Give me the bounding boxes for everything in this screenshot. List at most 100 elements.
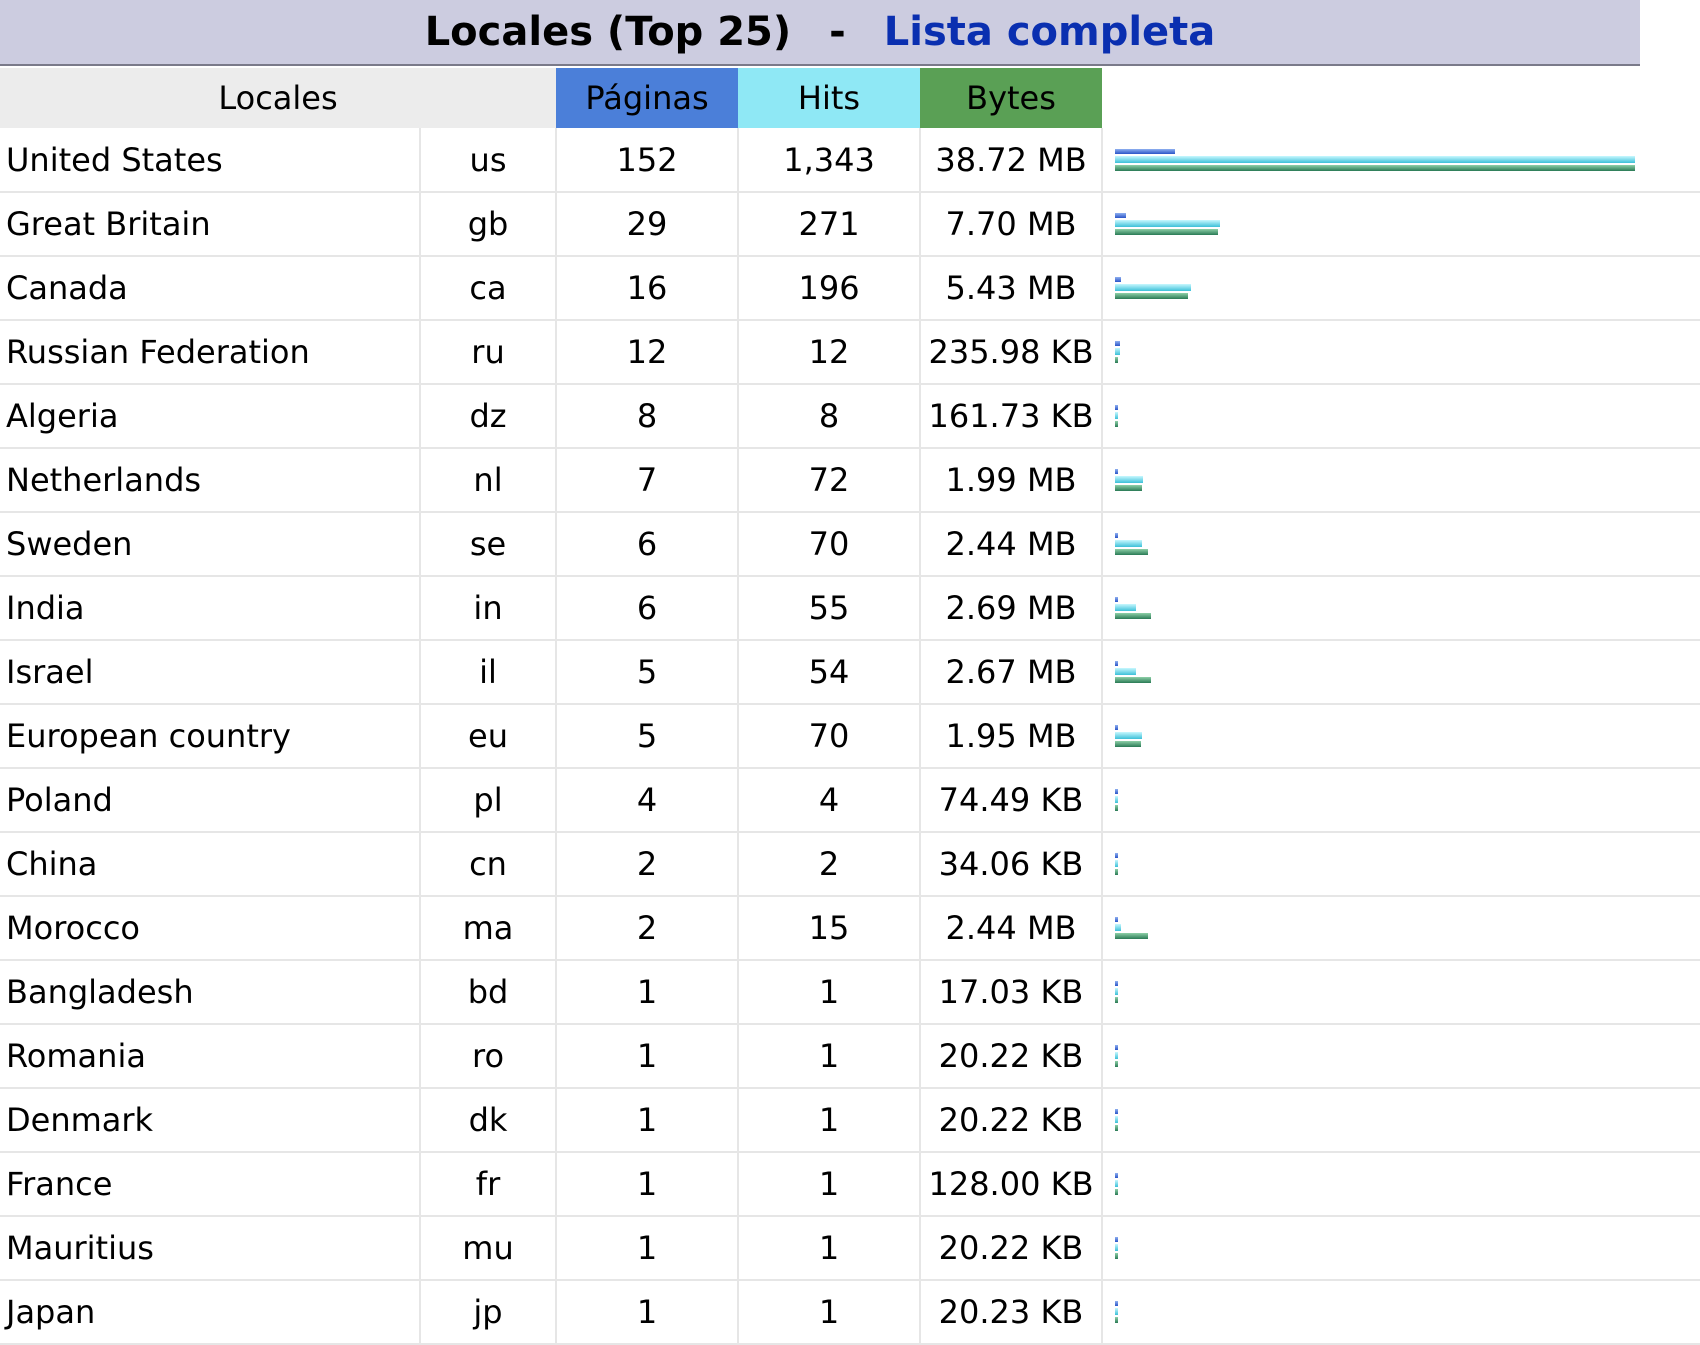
section-title-bar: Locales (Top 25) - Lista completa bbox=[0, 0, 1640, 66]
table-row: Algeria dz 8 8 161.73 KB bbox=[0, 384, 1700, 449]
hits-value: 15 bbox=[738, 896, 922, 961]
locale-code: in bbox=[420, 576, 558, 641]
bytes-value: 161.73 KB bbox=[920, 384, 1104, 449]
pages-value: 1 bbox=[556, 1024, 740, 1089]
hits-bar bbox=[1115, 1244, 1119, 1251]
usage-graph bbox=[1102, 1152, 1700, 1217]
bytes-value: 74.49 KB bbox=[920, 768, 1104, 833]
locale-name: Sweden bbox=[0, 512, 421, 577]
hits-value: 4 bbox=[738, 768, 922, 833]
pages-bar bbox=[1115, 1173, 1119, 1178]
table-row: France fr 1 1 128.00 KB bbox=[0, 1152, 1700, 1217]
locale-code: pl bbox=[420, 768, 558, 833]
hits-bar bbox=[1115, 220, 1221, 227]
bytes-bar bbox=[1115, 293, 1189, 299]
pages-value: 8 bbox=[556, 384, 740, 449]
locale-name: France bbox=[0, 1152, 421, 1217]
bytes-bar bbox=[1115, 1189, 1119, 1195]
usage-graph bbox=[1102, 704, 1700, 769]
locale-name: Mauritius bbox=[0, 1216, 421, 1281]
pages-bar bbox=[1115, 148, 1176, 154]
usage-graph bbox=[1102, 384, 1700, 449]
hits-value: 1 bbox=[738, 960, 922, 1025]
bytes-value: 128.00 KB bbox=[920, 1152, 1104, 1217]
bytes-bar bbox=[1115, 549, 1149, 555]
hits-bar bbox=[1115, 348, 1121, 355]
hits-bar bbox=[1115, 732, 1143, 739]
locale-code: ca bbox=[420, 256, 558, 321]
column-header-hits: Hits bbox=[738, 68, 921, 128]
bytes-bar bbox=[1115, 677, 1152, 683]
hits-bar bbox=[1115, 1308, 1119, 1315]
pages-bar bbox=[1115, 1237, 1119, 1242]
table-row: Great Britain gb 29 271 7.70 MB bbox=[0, 192, 1700, 257]
table-row: Russian Federation ru 12 12 235.98 KB bbox=[0, 320, 1700, 385]
hits-bar bbox=[1115, 860, 1119, 867]
table-row: Bangladesh bd 1 1 17.03 KB bbox=[0, 960, 1700, 1025]
pages-bar bbox=[1115, 597, 1119, 602]
locale-code: dz bbox=[420, 384, 558, 449]
table-row: Denmark dk 1 1 20.22 KB bbox=[0, 1088, 1700, 1153]
bytes-bar bbox=[1115, 805, 1119, 811]
bytes-value: 2.67 MB bbox=[920, 640, 1104, 705]
pages-value: 5 bbox=[556, 640, 740, 705]
pages-bar bbox=[1115, 533, 1119, 538]
locale-name: United States bbox=[0, 128, 421, 193]
pages-bar bbox=[1115, 917, 1119, 922]
usage-graph bbox=[1102, 832, 1700, 897]
hits-value: 8 bbox=[738, 384, 922, 449]
bytes-bar bbox=[1115, 357, 1119, 363]
pages-value: 16 bbox=[556, 256, 740, 321]
hits-value: 1,343 bbox=[738, 128, 922, 193]
usage-graph bbox=[1102, 256, 1700, 321]
pages-bar bbox=[1115, 341, 1121, 346]
bytes-value: 34.06 KB bbox=[920, 832, 1104, 897]
table-row: India in 6 55 2.69 MB bbox=[0, 576, 1700, 641]
usage-graph bbox=[1102, 896, 1700, 961]
pages-bar bbox=[1115, 981, 1119, 986]
hits-value: 55 bbox=[738, 576, 922, 641]
locale-name: Morocco bbox=[0, 896, 421, 961]
table-row: Mauritius mu 1 1 20.22 KB bbox=[0, 1216, 1700, 1281]
locale-name: Japan bbox=[0, 1280, 421, 1345]
column-header-bytes: Bytes bbox=[920, 68, 1103, 128]
bytes-bar bbox=[1115, 1061, 1119, 1067]
pages-bar bbox=[1115, 469, 1119, 474]
locale-name: Russian Federation bbox=[0, 320, 421, 385]
usage-graph bbox=[1102, 320, 1700, 385]
pages-value: 29 bbox=[556, 192, 740, 257]
pages-bar bbox=[1115, 725, 1119, 730]
pages-value: 5 bbox=[556, 704, 740, 769]
bytes-bar bbox=[1115, 164, 1636, 171]
title-separator: - bbox=[829, 9, 846, 55]
bytes-bar bbox=[1115, 421, 1119, 427]
table-header-row: Locales Páginas Hits Bytes bbox=[0, 68, 1700, 128]
locale-name: Great Britain bbox=[0, 192, 421, 257]
table-row: Romania ro 1 1 20.22 KB bbox=[0, 1024, 1700, 1089]
usage-graph bbox=[1102, 448, 1700, 513]
pages-bar bbox=[1115, 405, 1119, 410]
table-row: Japan jp 1 1 20.23 KB bbox=[0, 1280, 1700, 1345]
usage-graph bbox=[1102, 576, 1700, 641]
pages-bar bbox=[1115, 1045, 1119, 1050]
full-list-link[interactable]: Lista completa bbox=[884, 9, 1216, 55]
bytes-value: 5.43 MB bbox=[920, 256, 1104, 321]
hits-bar bbox=[1115, 155, 1636, 163]
locale-code: ma bbox=[420, 896, 558, 961]
usage-graph bbox=[1102, 960, 1700, 1025]
column-header-graph bbox=[1102, 68, 1700, 128]
usage-graph bbox=[1102, 1024, 1700, 1089]
locale-code: se bbox=[420, 512, 558, 577]
bytes-bar bbox=[1115, 613, 1152, 619]
hits-value: 1 bbox=[738, 1024, 922, 1089]
table-row: Israel il 5 54 2.67 MB bbox=[0, 640, 1700, 705]
bytes-value: 2.44 MB bbox=[920, 896, 1104, 961]
hits-value: 1 bbox=[738, 1152, 922, 1217]
locale-code: eu bbox=[420, 704, 558, 769]
usage-graph bbox=[1102, 768, 1700, 833]
locale-code: gb bbox=[420, 192, 558, 257]
bytes-bar bbox=[1115, 1317, 1119, 1323]
pages-bar bbox=[1115, 789, 1119, 794]
bytes-value: 235.98 KB bbox=[920, 320, 1104, 385]
hits-value: 2 bbox=[738, 832, 922, 897]
